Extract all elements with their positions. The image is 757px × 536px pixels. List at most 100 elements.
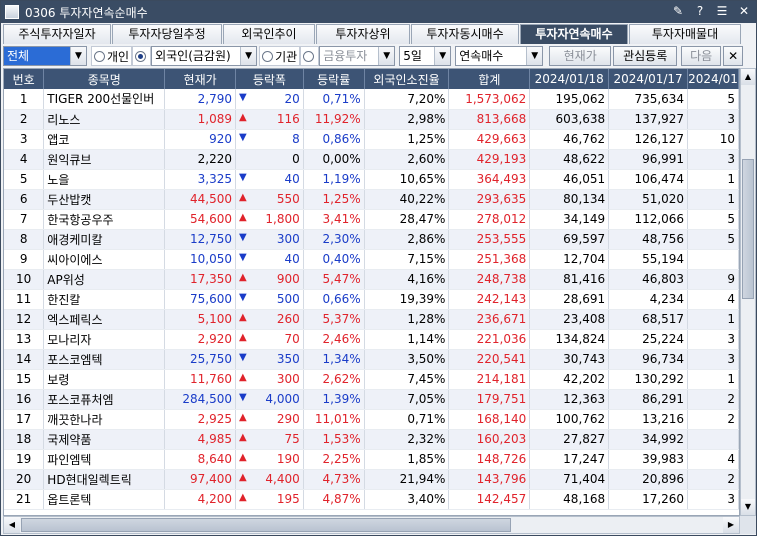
table-row[interactable]: 6 두산밥캣 44,500 ▲ 550 1,25% 40,22% 293,635 80,134 5… [4,189,739,210]
col-rate[interactable]: 등락률 [303,69,365,89]
table-row[interactable]: 12 엑스페릭스 5,100 ▲ 260 5,37% 1,28% 236,671 23,408 6… [4,309,739,330]
tab-investor-estimate[interactable]: 투자자당일추정 [112,24,222,44]
cell-total: 242,143 [448,289,531,310]
cell-price: 10,050 [164,249,237,270]
table-row[interactable]: 19 파인엠텍 8,640 ▲ 190 2,25% 1,85% 148,726 17,247 39… [4,449,739,470]
table-row[interactable]: 1 TIGER 200선물인버 2,790 ▼ 20 0,71% 7,20% 1,573,06… [4,89,739,110]
watchlist-add-button[interactable]: 관심등록 [613,46,678,66]
down-arrow-icon: ▼ [239,292,247,303]
institution-type-select[interactable]: 금융투자 ▼ [319,46,396,66]
next-button[interactable]: 다음 [681,46,722,66]
table-row[interactable]: 5 노을 3,325 ▼ 40 1,19% 10,65% 364,493 46,051 106,4… [4,169,739,190]
cell-date-3: 9 [687,269,739,290]
cell-name: 애경케미칼 [43,229,166,250]
radio-institution-type[interactable] [300,46,320,66]
scroll-up-icon[interactable]: ▲ [741,69,755,85]
table-row[interactable]: 7 한국항공우주 54,600 ▲ 1,800 3,41% 28,47% 278,012 34,… [4,209,739,230]
table-row[interactable]: 9 씨아이에스 10,050 ▼ 40 0,40% 7,15% 251,368 12,704 55… [4,249,739,270]
help-icon[interactable]: ? [692,3,708,19]
cell-change: ▲ 900 [235,269,304,290]
col-no[interactable]: 번호 [4,69,45,89]
col-date-2[interactable]: 2024/01/17 [608,69,689,89]
up-arrow-icon: ▲ [239,312,247,323]
col-change[interactable]: 등락폭 [235,69,304,89]
chevron-down-icon[interactable]: ▼ [526,47,543,65]
change-value: 260 [276,312,300,326]
chevron-down-icon[interactable]: ▼ [240,47,257,65]
col-foreign-ratio[interactable]: 외국인소진율 [364,69,450,89]
cell-change: ▲ 260 [235,309,304,330]
market-select[interactable]: 전체 ▼ [3,46,87,66]
cell-date-1: 30,743 [529,349,610,370]
cell-no: 20 [4,469,45,490]
mode-select[interactable]: 연속매수 ▼ [455,46,544,66]
table-row[interactable]: 21 옵트론텍 4,200 ▲ 195 4,87% 3,40% 142,457 48,168 17… [4,489,739,510]
radio-foreign[interactable] [132,46,152,66]
up-arrow-icon: ▲ [239,452,247,463]
horizontal-scrollbar[interactable]: ◀ ▶ [3,516,740,534]
tab-foreign-trend[interactable]: 외국인추이 [223,24,315,44]
cell-date-1: 28,691 [529,289,610,310]
pin-icon[interactable]: ✎ [670,3,686,19]
menu-icon[interactable]: ☰ [714,3,730,19]
table-row[interactable]: 18 국제약품 4,985 ▲ 75 1,53% 2,32% 160,203 27,827 34,… [4,429,739,450]
tab-investor-simultaneous[interactable]: 투자자동시매수 [411,24,519,44]
table-row[interactable]: 2 리노스 1,089 ▲ 116 11,92% 2,98% 813,668 603,638 13… [4,109,739,130]
scroll-right-icon[interactable]: ▶ [723,517,739,533]
vertical-scroll-thumb[interactable] [742,159,754,299]
current-price-button[interactable]: 현재가 [549,46,612,66]
cell-date-1: 46,051 [529,169,610,190]
radio-institution[interactable]: 기관 [259,46,301,66]
table-row[interactable]: 11 한진칼 75,600 ▼ 500 0,66% 19,39% 242,143 28,691 4… [4,289,739,310]
scroll-down-icon[interactable]: ▼ [741,499,755,515]
table-row[interactable]: 15 보령 11,760 ▲ 300 2,62% 7,45% 214,181 42,202 130… [4,369,739,390]
cell-change: ▲ 550 [235,189,304,210]
cell-foreign-ratio: 1,85% [364,449,450,470]
col-price[interactable]: 현재가 [164,69,237,89]
cell-foreign-ratio: 7,15% [364,249,450,270]
scroll-left-icon[interactable]: ◀ [4,517,20,533]
table-row[interactable]: 14 포스코엠텍 25,750 ▼ 350 1,34% 3,50% 220,541 30,743… [4,349,739,370]
change-value: 40 [284,252,300,266]
down-arrow-icon: ▼ [239,91,247,103]
close-icon[interactable]: ✕ [736,3,752,19]
cell-date-3: 2 [687,409,739,430]
tab-investor-volume[interactable]: 투자자매물대 [629,24,741,44]
cell-date-3: 3 [687,149,739,170]
foreign-type-select[interactable]: 외국인(금감원) ▼ [151,46,258,66]
table-row[interactable]: 4 원익큐브 2,220 0 0,00% 2,60% 429,193 48,622 96,991… [4,149,739,170]
table-row[interactable]: 8 애경케미칼 12,750 ▼ 300 2,30% 2,86% 253,555 69,597 4… [4,229,739,250]
cell-date-2: 34,992 [608,429,689,450]
cell-date-1: 100,762 [529,409,610,430]
table-row[interactable]: 16 포스코퓨처엠 284,500 ▼ 4,000 1,39% 7,05% 179,751 12… [4,389,739,410]
cell-no: 13 [4,329,45,350]
radio-dot [303,50,315,62]
chevron-down-icon[interactable]: ▼ [434,47,451,65]
col-date-3[interactable]: 2024/01 [687,69,739,89]
table-row[interactable]: 10 AP위성 17,350 ▲ 900 5,47% 4,16% 248,738 81,416 4… [4,269,739,290]
tab-investor-daily[interactable]: 주식투자자일자 [3,24,111,44]
chevron-down-icon[interactable]: ▼ [378,47,395,65]
chevron-down-icon[interactable]: ▼ [70,47,86,65]
vertical-scrollbar[interactable]: ▲ ▼ [740,68,756,516]
col-total[interactable]: 합계 [448,69,531,89]
table-row[interactable]: 13 모나리자 2,920 ▲ 70 2,46% 1,14% 221,036 134,824 25… [4,329,739,350]
table-row[interactable]: 20 HD현대일렉트릭 97,400 ▲ 4,400 4,73% 21,94% 143,796… [4,469,739,490]
table-row[interactable]: 17 깨끗한나라 2,925 ▲ 290 11,01% 0,71% 168,140 100,76… [4,409,739,430]
tab-investor-top[interactable]: 투자자상위 [316,24,410,44]
table-row[interactable]: 3 앱코 920 ▼ 8 0,86% 1,25% 429,663 46,762 126,127 10 [4,129,739,150]
cell-date-3: 3 [687,349,739,370]
tab-investor-consecutive[interactable]: 투자자연속매수 [520,24,628,44]
radio-individual[interactable]: 개인 [91,46,133,66]
change-value: 20 [284,91,300,106]
close-panel-icon[interactable]: ✕ [723,46,744,66]
horizontal-scroll-thumb[interactable] [21,518,511,532]
cell-price: 11,760 [164,369,237,390]
col-name[interactable]: 종목명 [43,69,166,89]
change-value: 300 [276,232,300,246]
period-select[interactable]: 5일 ▼ [399,46,452,66]
cell-rate: 5,47% [303,269,365,290]
up-arrow-icon: ▲ [239,272,247,283]
col-date-1[interactable]: 2024/01/18 [529,69,610,89]
up-arrow-icon: ▲ [239,412,247,423]
